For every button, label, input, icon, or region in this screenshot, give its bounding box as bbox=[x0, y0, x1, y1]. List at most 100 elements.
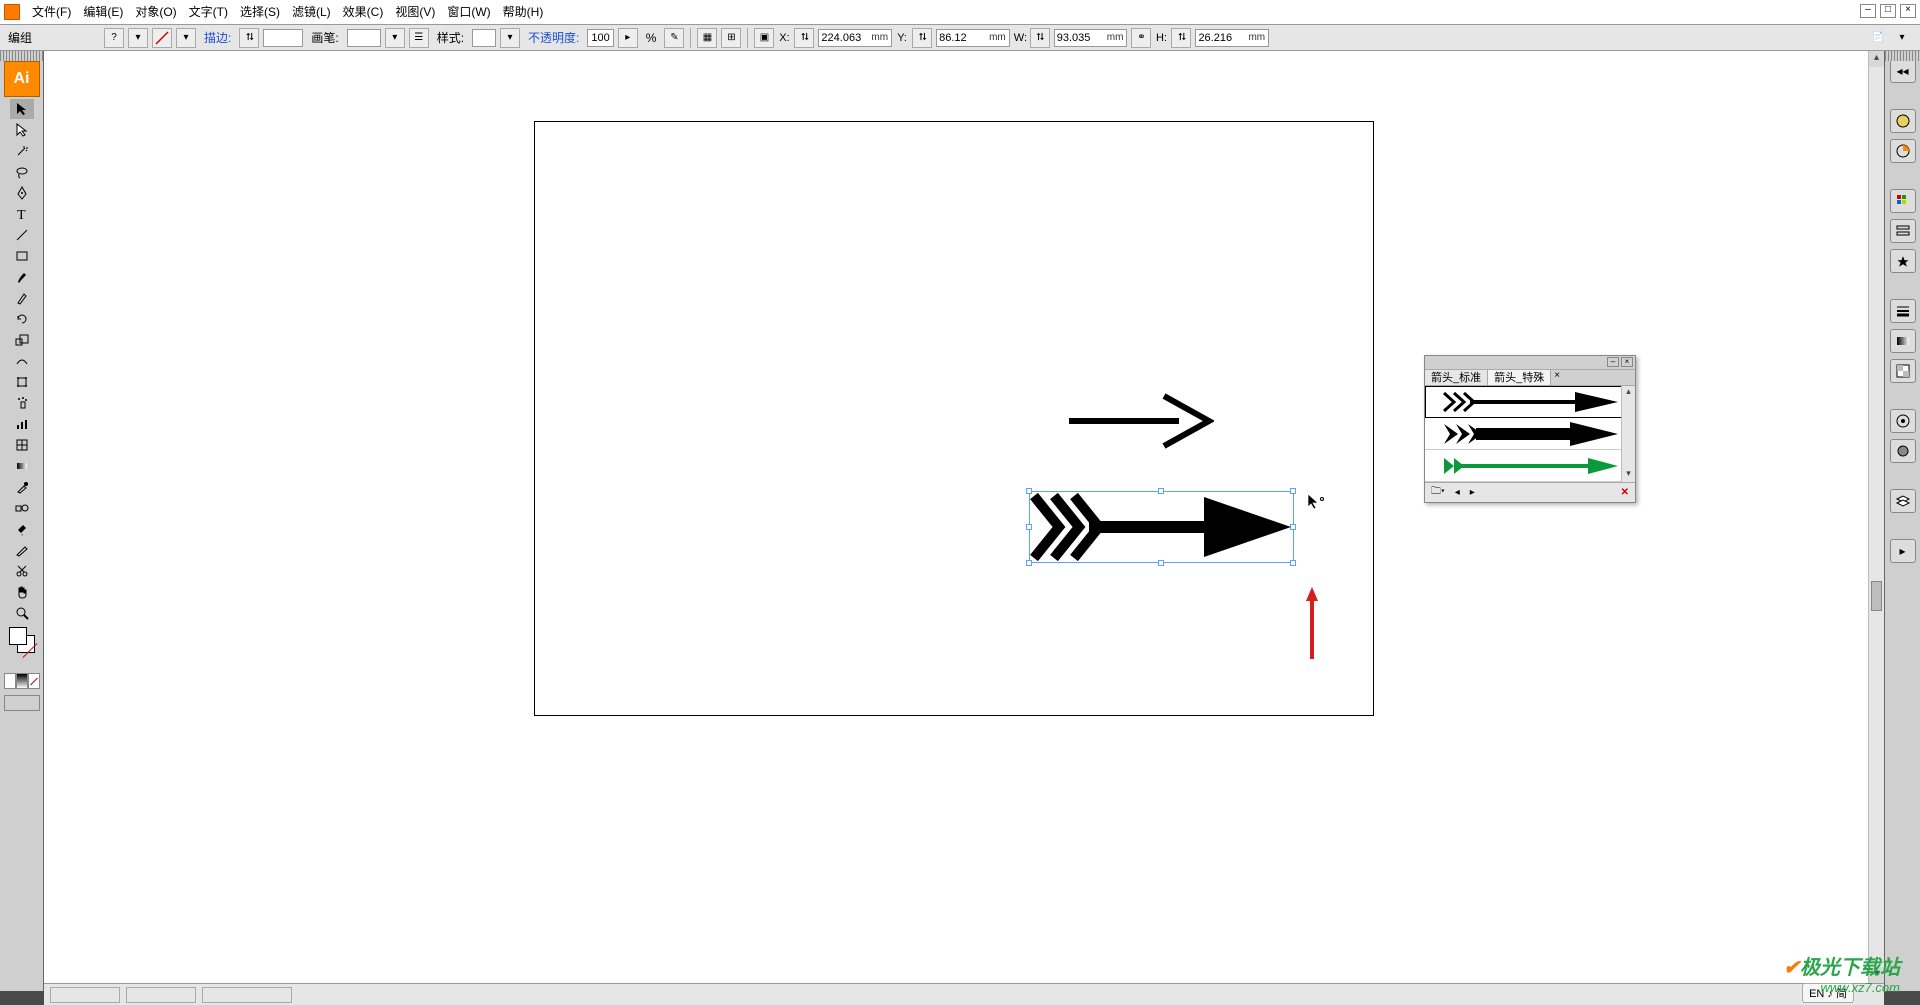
selection-tool[interactable] bbox=[10, 99, 34, 119]
hand-tool[interactable] bbox=[10, 582, 34, 602]
w-stepper[interactable]: ⮁ bbox=[1030, 28, 1050, 48]
panel-gradient-icon[interactable] bbox=[1890, 329, 1916, 353]
scroll-thumb[interactable] bbox=[1871, 581, 1882, 611]
panel-layers-icon[interactable] bbox=[1890, 489, 1916, 513]
slice-tool[interactable] bbox=[10, 540, 34, 560]
brush-field[interactable] bbox=[347, 29, 381, 47]
fill-dropdown-icon[interactable]: ▾ bbox=[128, 28, 148, 48]
stroke-weight-stepper[interactable]: ⮁ bbox=[239, 28, 259, 48]
panel-stroke-icon[interactable] bbox=[1890, 299, 1916, 323]
style-dropdown-icon[interactable]: ▾ bbox=[500, 28, 520, 48]
brush-options-icon[interactable]: ☰ bbox=[409, 28, 429, 48]
color-mode-gradient[interactable] bbox=[16, 673, 28, 689]
color-mode-solid[interactable] bbox=[4, 673, 16, 689]
live-paint-tool[interactable] bbox=[10, 519, 34, 539]
w-field[interactable]: mm bbox=[1054, 29, 1128, 47]
eyedropper-tool[interactable] bbox=[10, 477, 34, 497]
stroke-weight-field[interactable] bbox=[263, 29, 303, 47]
menu-object[interactable]: 对象(O) bbox=[129, 1, 182, 23]
brush-dropdown-icon[interactable]: ▾ bbox=[385, 28, 405, 48]
fill-stroke-swatch[interactable] bbox=[9, 627, 35, 653]
menu-view[interactable]: 视图(V) bbox=[389, 1, 441, 23]
menu-effect[interactable]: 效果(C) bbox=[337, 1, 390, 23]
brush-row-fletched-outline[interactable] bbox=[1425, 386, 1635, 418]
brushes-panel[interactable]: – × 箭头_标准 箭头_特殊 × bbox=[1424, 355, 1636, 503]
gradient-tool[interactable] bbox=[10, 456, 34, 476]
opacity-field[interactable]: 100 bbox=[587, 29, 613, 47]
link-wh-icon[interactable]: ⚭ bbox=[1131, 28, 1151, 48]
symbol-sprayer-tool[interactable] bbox=[10, 393, 34, 413]
menu-help[interactable]: 帮助(H) bbox=[497, 1, 550, 23]
panel-swatches-icon[interactable] bbox=[1890, 189, 1916, 213]
fill-swatch-button[interactable]: ? bbox=[104, 28, 124, 48]
brush-delete-icon[interactable]: ✕ bbox=[1621, 487, 1629, 498]
stroke-label[interactable]: 描边: bbox=[200, 29, 235, 46]
brush-next-icon[interactable]: ▸ bbox=[1470, 487, 1475, 498]
h-field[interactable]: mm bbox=[1195, 29, 1269, 47]
artboard-nav-field[interactable] bbox=[126, 987, 196, 1003]
magic-wand-tool[interactable] bbox=[10, 141, 34, 161]
mesh-tool[interactable] bbox=[10, 435, 34, 455]
tab-close-icon[interactable]: × bbox=[1551, 370, 1563, 385]
panel-minimize-icon[interactable]: – bbox=[1607, 357, 1619, 367]
tab-arrows-special[interactable]: 箭头_特殊 bbox=[1488, 370, 1551, 385]
brush-library-menu-icon[interactable]: 🗀▾ bbox=[1431, 484, 1445, 501]
rectangle-tool[interactable] bbox=[10, 246, 34, 266]
zoom-tool[interactable] bbox=[10, 603, 34, 623]
close-button[interactable]: × bbox=[1900, 4, 1916, 18]
maximize-button[interactable]: □ bbox=[1880, 4, 1896, 18]
fill-color-icon[interactable] bbox=[9, 627, 27, 645]
minimize-button[interactable]: – bbox=[1860, 4, 1876, 18]
panel-color-icon[interactable] bbox=[1890, 109, 1916, 133]
menu-select[interactable]: 选择(S) bbox=[234, 1, 286, 23]
stroke-swatch-button[interactable] bbox=[152, 28, 172, 48]
panel-close-icon[interactable]: × bbox=[1621, 357, 1633, 367]
arrange-documents-icon[interactable]: ▾ bbox=[1892, 28, 1912, 48]
panel-brushes-icon[interactable] bbox=[1890, 219, 1916, 243]
panel-grip[interactable] bbox=[0, 51, 43, 61]
brush-scrollbar[interactable]: ▴ ▾ bbox=[1621, 386, 1635, 482]
dock-expand-icon[interactable]: ◂◂ bbox=[1890, 59, 1916, 83]
stroke-dropdown-icon[interactable]: ▾ bbox=[176, 28, 196, 48]
y-field[interactable]: mm bbox=[936, 29, 1010, 47]
recolor-button[interactable]: ✎ bbox=[664, 28, 684, 48]
direct-selection-tool[interactable] bbox=[10, 120, 34, 140]
color-mode-none[interactable] bbox=[28, 673, 40, 689]
blend-tool[interactable] bbox=[10, 498, 34, 518]
transform-panel-icon[interactable]: ⊞ bbox=[721, 28, 741, 48]
menu-window[interactable]: 窗口(W) bbox=[441, 1, 496, 23]
menu-filter[interactable]: 滤镜(L) bbox=[286, 1, 337, 23]
panel-transparency-icon[interactable] bbox=[1890, 359, 1916, 383]
opacity-dropdown-icon[interactable]: ▸ bbox=[618, 28, 638, 48]
free-transform-tool[interactable] bbox=[10, 372, 34, 392]
rotate-tool[interactable] bbox=[10, 309, 34, 329]
screen-mode-normal[interactable] bbox=[4, 695, 40, 711]
scroll-up-icon[interactable]: ▴ bbox=[1869, 51, 1884, 67]
brush-prev-icon[interactable]: ◂ bbox=[1455, 487, 1460, 498]
align-selection-icon[interactable]: ▦ bbox=[697, 28, 717, 48]
h-stepper[interactable]: ⮁ bbox=[1171, 28, 1191, 48]
panel-titlebar[interactable]: – × bbox=[1425, 356, 1635, 370]
tab-arrows-standard[interactable]: 箭头_标准 bbox=[1425, 370, 1488, 385]
panel-symbols-icon[interactable] bbox=[1890, 249, 1916, 273]
type-tool[interactable]: T bbox=[10, 204, 34, 224]
style-field[interactable] bbox=[472, 29, 496, 47]
scale-tool[interactable] bbox=[10, 330, 34, 350]
zoom-field[interactable] bbox=[50, 987, 120, 1003]
line-tool[interactable] bbox=[10, 225, 34, 245]
canvas-stage[interactable]: ▴ ▾ bbox=[44, 51, 1884, 983]
x-field[interactable]: mm bbox=[818, 29, 892, 47]
pencil-tool[interactable] bbox=[10, 288, 34, 308]
panel-graphicstyles-icon[interactable] bbox=[1890, 439, 1916, 463]
y-stepper[interactable]: ⮁ bbox=[912, 28, 932, 48]
x-stepper[interactable]: ⮁ bbox=[794, 28, 814, 48]
graph-tool[interactable] bbox=[10, 414, 34, 434]
panel-appearance-icon[interactable] bbox=[1890, 409, 1916, 433]
scroll-down-icon[interactable]: ▾ bbox=[1622, 468, 1635, 482]
menu-file[interactable]: 文件(F) bbox=[26, 1, 77, 23]
opacity-label[interactable]: 不透明度: bbox=[524, 29, 583, 46]
lasso-tool[interactable] bbox=[10, 162, 34, 182]
brush-row-green[interactable] bbox=[1425, 450, 1635, 482]
menu-edit[interactable]: 编辑(E) bbox=[77, 1, 129, 23]
menu-type[interactable]: 文字(T) bbox=[183, 1, 234, 23]
